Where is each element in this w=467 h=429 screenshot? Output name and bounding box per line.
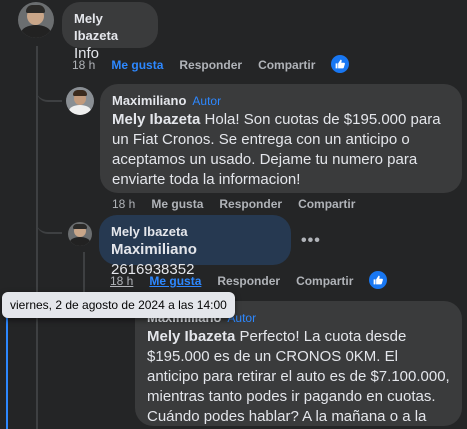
comment-text: Mely Ibazeta Perfecto! La cuota desde $1… — [147, 327, 450, 429]
comment-timestamp[interactable]: 18 h — [112, 197, 135, 211]
mention-link[interactable]: Mely Ibazeta — [147, 328, 235, 345]
mention-link[interactable]: Maximiliano — [111, 241, 197, 258]
comment-author[interactable]: Mely Ibazeta — [111, 223, 279, 240]
like-button[interactable]: Me gusta — [111, 58, 163, 72]
comment-thread: Mely Ibazeta Info 18 h Me gusta Responde… — [0, 0, 467, 429]
share-button[interactable]: Compartir — [258, 58, 315, 72]
thread-connector-1 — [36, 80, 62, 102]
share-button[interactable]: Compartir — [298, 197, 355, 211]
thumbs-up-icon[interactable] — [331, 55, 349, 73]
share-button[interactable]: Compartir — [296, 274, 353, 288]
thread-connector-2 — [36, 200, 62, 234]
reply-button[interactable]: Responder — [179, 58, 242, 72]
comment-actions: 18 h Me gusta Responder Compartir — [110, 274, 369, 288]
comment-text: Mely Ibazeta Hola! Son cuotas de $195.00… — [112, 110, 450, 190]
like-button[interactable]: Me gusta — [149, 274, 201, 288]
comment-bubble: Mely Ibazeta Info — [62, 2, 158, 62]
comment-bubble-highlighted: Mely Ibazeta Maximiliano 2616938352 — [99, 215, 291, 278]
reply-button[interactable]: Responder — [219, 197, 282, 211]
focus-indicator — [6, 314, 8, 429]
comment-author[interactable]: Maximiliano — [112, 93, 186, 108]
comment-bubble: MaximilianoAutor Mely Ibazeta Perfecto! … — [135, 301, 462, 429]
thumbs-up-icon[interactable] — [369, 271, 387, 289]
comment-header: Maximiliano Autor — [112, 92, 450, 110]
comment-author[interactable]: Mely Ibazeta — [74, 10, 146, 44]
thread-line-main — [36, 46, 38, 429]
comment-actions: 18 h Me gusta Responder Compartir — [72, 58, 331, 72]
timestamp-tooltip: viernes, 2 de agosto de 2024 a las 14:00 — [2, 292, 235, 318]
avatar[interactable] — [66, 87, 94, 115]
comment-timestamp[interactable]: 18 h — [110, 274, 133, 288]
avatar[interactable] — [18, 2, 54, 38]
author-badge: Autor — [192, 94, 222, 108]
comment-actions: 18 h Me gusta Responder Compartir — [112, 197, 371, 211]
comment-bubble: Maximiliano Autor Mely Ibazeta Hola! Son … — [100, 84, 462, 193]
more-options-icon[interactable]: ••• — [301, 232, 321, 250]
like-button[interactable]: Me gusta — [151, 197, 203, 211]
avatar[interactable] — [68, 222, 92, 246]
comment-timestamp[interactable]: 18 h — [72, 58, 95, 72]
mention-link[interactable]: Mely Ibazeta — [112, 111, 200, 128]
reply-button[interactable]: Responder — [217, 274, 280, 288]
